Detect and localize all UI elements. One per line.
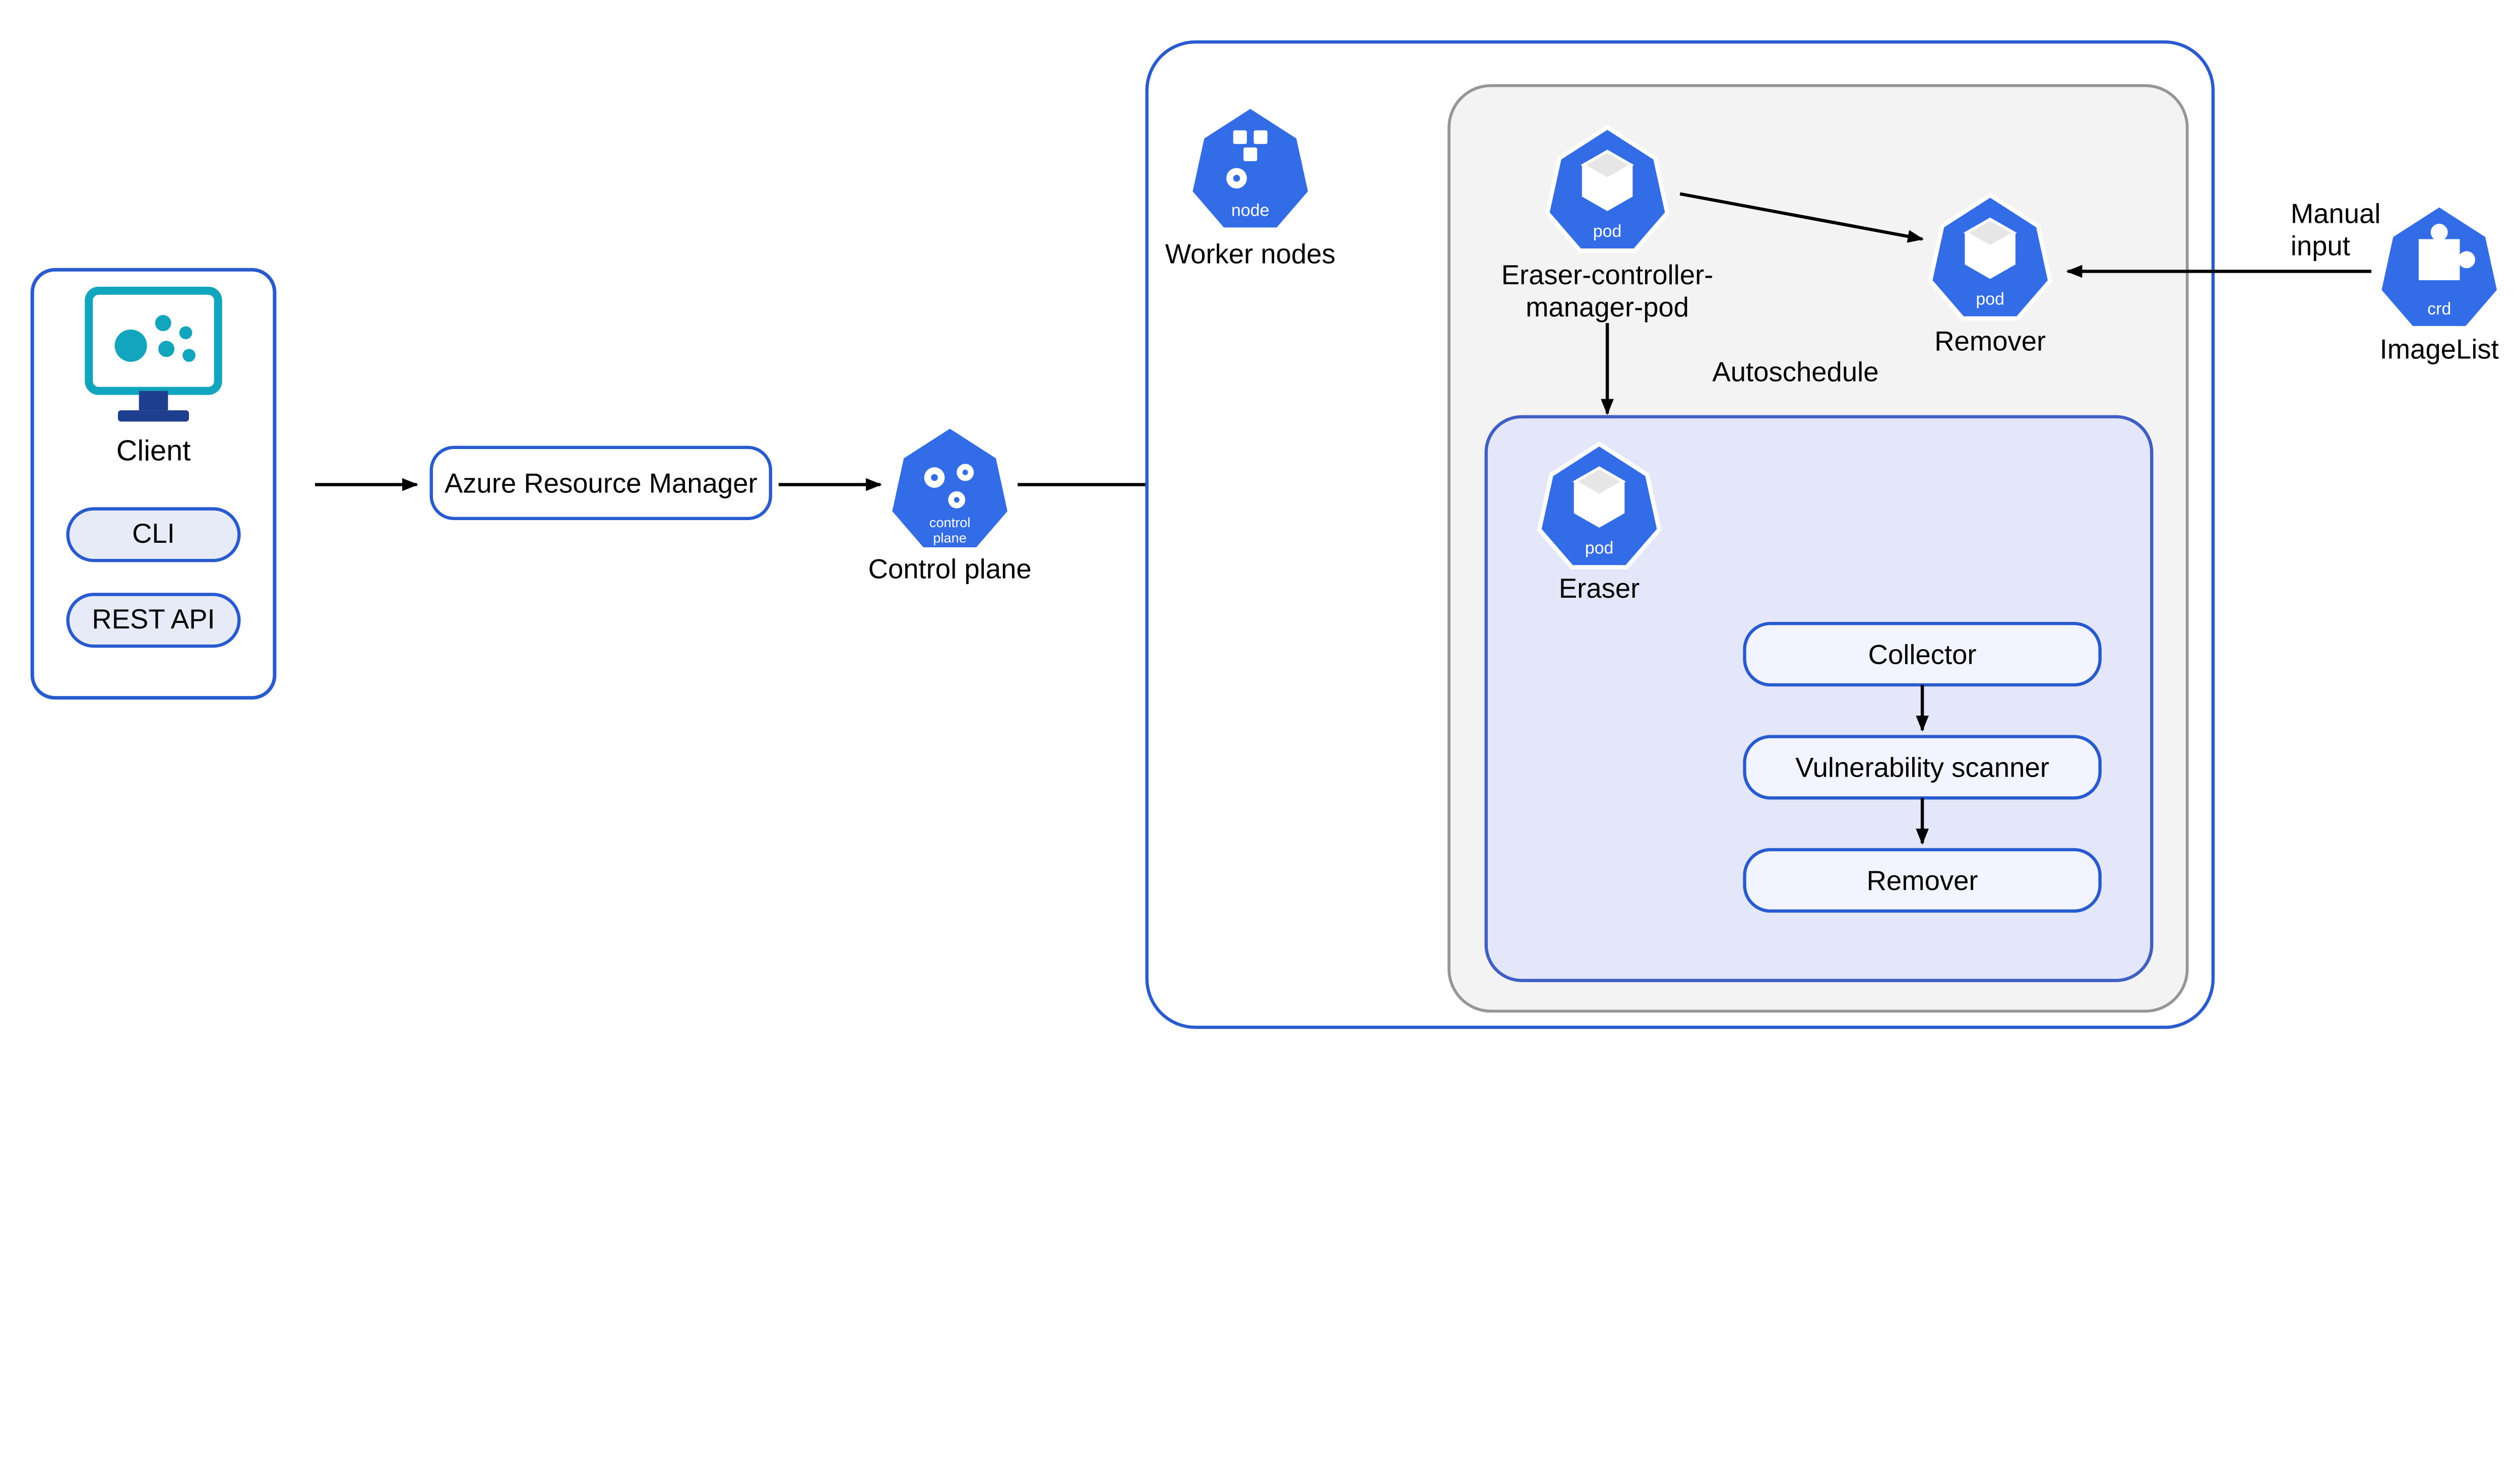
client-label: Client xyxy=(116,434,191,467)
architecture-diagram: Client CLI REST API Azure Resource Manag… xyxy=(0,0,2520,1050)
svg-text:control: control xyxy=(929,515,971,530)
svg-text:plane: plane xyxy=(933,530,966,546)
eraser-label: Eraser xyxy=(1559,573,1640,604)
remover-pill-label: Remover xyxy=(1867,865,1978,896)
svg-text:crd: crd xyxy=(2427,299,2451,319)
svg-text:pod: pod xyxy=(1976,290,2004,309)
cli-label: CLI xyxy=(132,518,175,549)
manual-input-line2: input xyxy=(2291,230,2350,261)
restapi-label: REST API xyxy=(92,604,215,635)
crd-heptagon: crd xyxy=(2379,205,2499,329)
collector-label: Collector xyxy=(1868,639,1977,670)
client-container: Client CLI REST API xyxy=(32,270,275,697)
scanner-label: Vulnerability scanner xyxy=(1795,752,2049,783)
pipeline: Collector Vulnerability scanner Remover xyxy=(1745,623,2100,911)
svg-text:node: node xyxy=(1231,201,1270,220)
remover-label: Remover xyxy=(1934,326,2046,357)
worker-nodes-label: Worker nodes xyxy=(1165,238,1336,269)
control-plane-heptagon: control plane xyxy=(890,426,1010,550)
arm-label: Azure Resource Manager xyxy=(445,468,758,499)
crd-label: ImageList xyxy=(2380,334,2499,365)
svg-text:pod: pod xyxy=(1593,222,1622,241)
control-plane-label: Control plane xyxy=(868,553,1032,584)
eraser-manager-label-line1: Eraser-controller- xyxy=(1501,260,1714,290)
svg-text:pod: pod xyxy=(1585,538,1614,557)
manual-input-line1: Manual xyxy=(2291,198,2381,229)
eraser-manager-label-line2: manager-pod xyxy=(1526,292,1689,323)
autoschedule-label: Autoschedule xyxy=(1712,356,1878,387)
